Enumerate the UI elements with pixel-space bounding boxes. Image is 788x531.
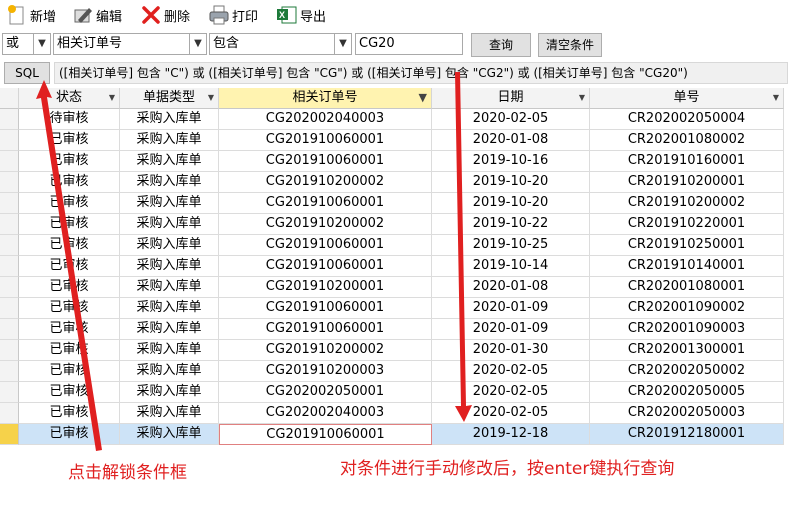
right-annotation-arrow: [455, 72, 472, 422]
right-annotation-note: 对条件进行手动修改后，按enter键执行查询: [340, 459, 675, 479]
annotation-arrows: [36, 72, 472, 451]
left-annotation-arrow: [36, 80, 102, 451]
left-annotation-note: 点击解锁条件框: [68, 463, 187, 483]
